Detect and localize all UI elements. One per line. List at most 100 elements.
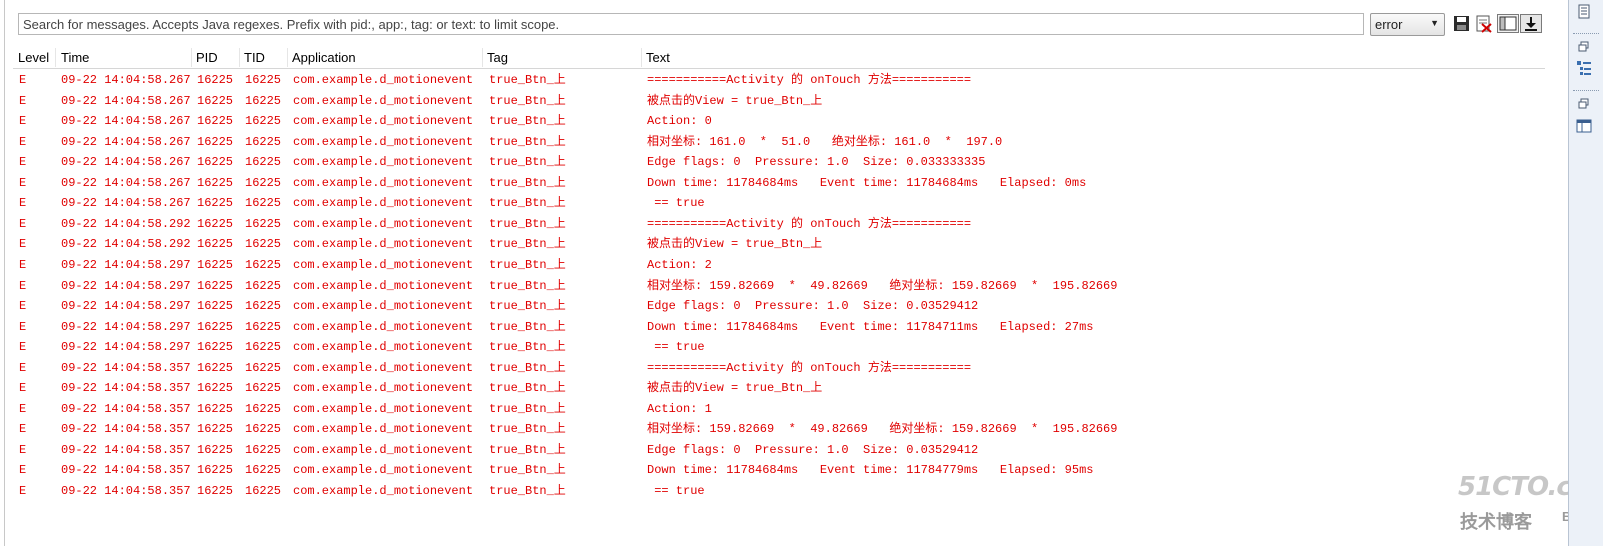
cell-tag: true_Btn_上 (489, 484, 566, 498)
log-table-header: Level Time PID TID Application Tag Text (13, 47, 1545, 69)
cell-pid: 16225 (197, 93, 234, 108)
cell-tid: 16225 (245, 422, 282, 437)
search-input[interactable] (18, 13, 1364, 35)
cell-tid: 16225 (245, 216, 282, 231)
column-header-pid[interactable]: PID (191, 47, 239, 68)
log-row[interactable]: E 09-22 14:04:58.297 16225 16225 com.example… (13, 337, 1545, 358)
cell-pid: 16225 (197, 155, 234, 170)
restore-button[interactable] (1578, 40, 1590, 52)
cell-text: 被点击的View = true_Btn_上 (647, 237, 823, 252)
cell-time: 09-22 14:04:58.297 (61, 340, 191, 355)
cell-pid: 16225 (197, 257, 234, 272)
column-header-level[interactable]: Level (13, 47, 56, 68)
cell-application: com.example.d_motionevent (293, 422, 474, 437)
cell-tag: true_Btn_上 (489, 257, 566, 272)
log-row[interactable]: E 09-22 14:04:58.267 16225 16225 com.example… (13, 173, 1545, 194)
cell-level: E (19, 381, 27, 396)
log-row[interactable]: E 09-22 14:04:58.357 16225 16225 com.example… (13, 378, 1545, 399)
log-row[interactable]: E 09-22 14:04:58.267 16225 16225 com.example… (13, 70, 1545, 91)
cell-time: 09-22 14:04:58.297 (61, 299, 191, 314)
cell-tid: 16225 (245, 401, 282, 416)
cell-tid: 16225 (245, 73, 282, 87)
column-header-time[interactable]: Time (56, 47, 191, 68)
log-row[interactable]: E 09-22 14:04:58.297 16225 16225 com.example… (13, 296, 1545, 317)
panel-button[interactable] (1576, 118, 1592, 134)
log-row[interactable]: E 09-22 14:04:58.357 16225 16225 com.example… (13, 399, 1545, 420)
cell-tid: 16225 (245, 278, 282, 293)
cell-level: E (19, 196, 27, 211)
view-menu-button[interactable] (1576, 4, 1592, 20)
log-level-value: error (1375, 17, 1403, 32)
cell-time: 09-22 14:04:58.357 (61, 484, 191, 498)
cell-level: E (19, 114, 27, 129)
cell-text: Down time: 11784684ms Event time: 117847… (647, 319, 1094, 334)
toggle-panel-icon (1499, 16, 1517, 31)
cell-level: E (19, 360, 27, 375)
cell-tag: true_Btn_上 (489, 442, 566, 457)
cell-tid: 16225 (245, 114, 282, 129)
log-level-select[interactable]: error ▼ (1370, 13, 1445, 36)
cell-tid: 16225 (245, 155, 282, 170)
log-row[interactable]: E 09-22 14:04:58.267 16225 16225 com.example… (13, 152, 1545, 173)
outline-button[interactable] (1576, 60, 1592, 76)
cell-time: 09-22 14:04:58.267 (61, 155, 191, 170)
log-row[interactable]: E 09-22 14:04:58.267 16225 16225 com.example… (13, 193, 1545, 214)
log-row[interactable]: E 09-22 14:04:58.357 16225 16225 com.example… (13, 440, 1545, 461)
cell-pid: 16225 (197, 175, 234, 190)
cell-time: 09-22 14:04:58.357 (61, 360, 191, 375)
column-header-application[interactable]: Application (287, 47, 482, 68)
save-log-button[interactable] (1452, 14, 1471, 33)
log-row[interactable]: E 09-22 14:04:58.297 16225 16225 com.example… (13, 255, 1545, 276)
cell-application: com.example.d_motionevent (293, 216, 474, 231)
cell-level: E (19, 134, 27, 149)
log-row[interactable]: E 09-22 14:04:58.297 16225 16225 com.example… (13, 276, 1545, 297)
log-row[interactable]: E 09-22 14:04:58.292 16225 16225 com.example… (13, 214, 1545, 235)
cell-time: 09-22 14:04:58.357 (61, 401, 191, 416)
cell-tag: true_Btn_上 (489, 73, 566, 87)
cell-pid: 16225 (197, 360, 234, 375)
cell-tag: true_Btn_上 (489, 237, 566, 252)
restore-button[interactable] (1578, 97, 1590, 109)
cell-level: E (19, 73, 27, 87)
clear-log-button[interactable] (1474, 14, 1493, 33)
cell-pid: 16225 (197, 73, 234, 87)
column-header-text[interactable]: Text (641, 47, 1541, 68)
cell-pid: 16225 (197, 442, 234, 457)
cell-time: 09-22 14:04:58.357 (61, 463, 191, 478)
chevron-down-icon: ▼ (1430, 18, 1439, 28)
cell-tid: 16225 (245, 442, 282, 457)
scroll-lock-button[interactable] (1520, 14, 1542, 33)
cell-tid: 16225 (245, 299, 282, 314)
cell-tag: true_Btn_上 (489, 114, 566, 129)
column-header-tag[interactable]: Tag (482, 47, 641, 68)
cell-time: 09-22 14:04:58.267 (61, 114, 191, 129)
cell-level: E (19, 319, 27, 334)
log-row[interactable]: E 09-22 14:04:58.297 16225 16225 com.example… (13, 317, 1545, 338)
log-row[interactable]: E 09-22 14:04:58.267 16225 16225 com.example… (13, 111, 1545, 132)
log-row[interactable]: E 09-22 14:04:58.267 16225 16225 com.example… (13, 91, 1545, 112)
log-row[interactable]: E 09-22 14:04:58.357 16225 16225 com.example… (13, 419, 1545, 440)
column-header-tid[interactable]: TID (239, 47, 287, 68)
cell-pid: 16225 (197, 463, 234, 478)
cell-tag: true_Btn_上 (489, 360, 566, 375)
cell-tag: true_Btn_上 (489, 175, 566, 190)
log-row[interactable]: E 09-22 14:04:58.292 16225 16225 com.example… (13, 234, 1545, 255)
cell-text: == true (647, 484, 705, 498)
view-menu-icon (1578, 4, 1590, 19)
cell-tag: true_Btn_上 (489, 155, 566, 170)
outline-icon (1577, 61, 1591, 75)
log-row[interactable]: E 09-22 14:04:58.357 16225 16225 com.example… (13, 481, 1545, 502)
toggle-filters-button[interactable] (1497, 14, 1519, 33)
cell-tag: true_Btn_上 (489, 134, 566, 149)
cell-time: 09-22 14:04:58.267 (61, 175, 191, 190)
cell-tag: true_Btn_上 (489, 422, 566, 437)
cell-time: 09-22 14:04:58.357 (61, 381, 191, 396)
cell-application: com.example.d_motionevent (293, 114, 474, 129)
cell-tid: 16225 (245, 257, 282, 272)
log-row[interactable]: E 09-22 14:04:58.267 16225 16225 com.example… (13, 132, 1545, 153)
log-row[interactable]: E 09-22 14:04:58.357 16225 16225 com.example… (13, 460, 1545, 481)
cell-application: com.example.d_motionevent (293, 401, 474, 416)
cell-tag: true_Btn_上 (489, 216, 566, 231)
cell-pid: 16225 (197, 484, 234, 498)
log-row[interactable]: E 09-22 14:04:58.357 16225 16225 com.example… (13, 358, 1545, 379)
